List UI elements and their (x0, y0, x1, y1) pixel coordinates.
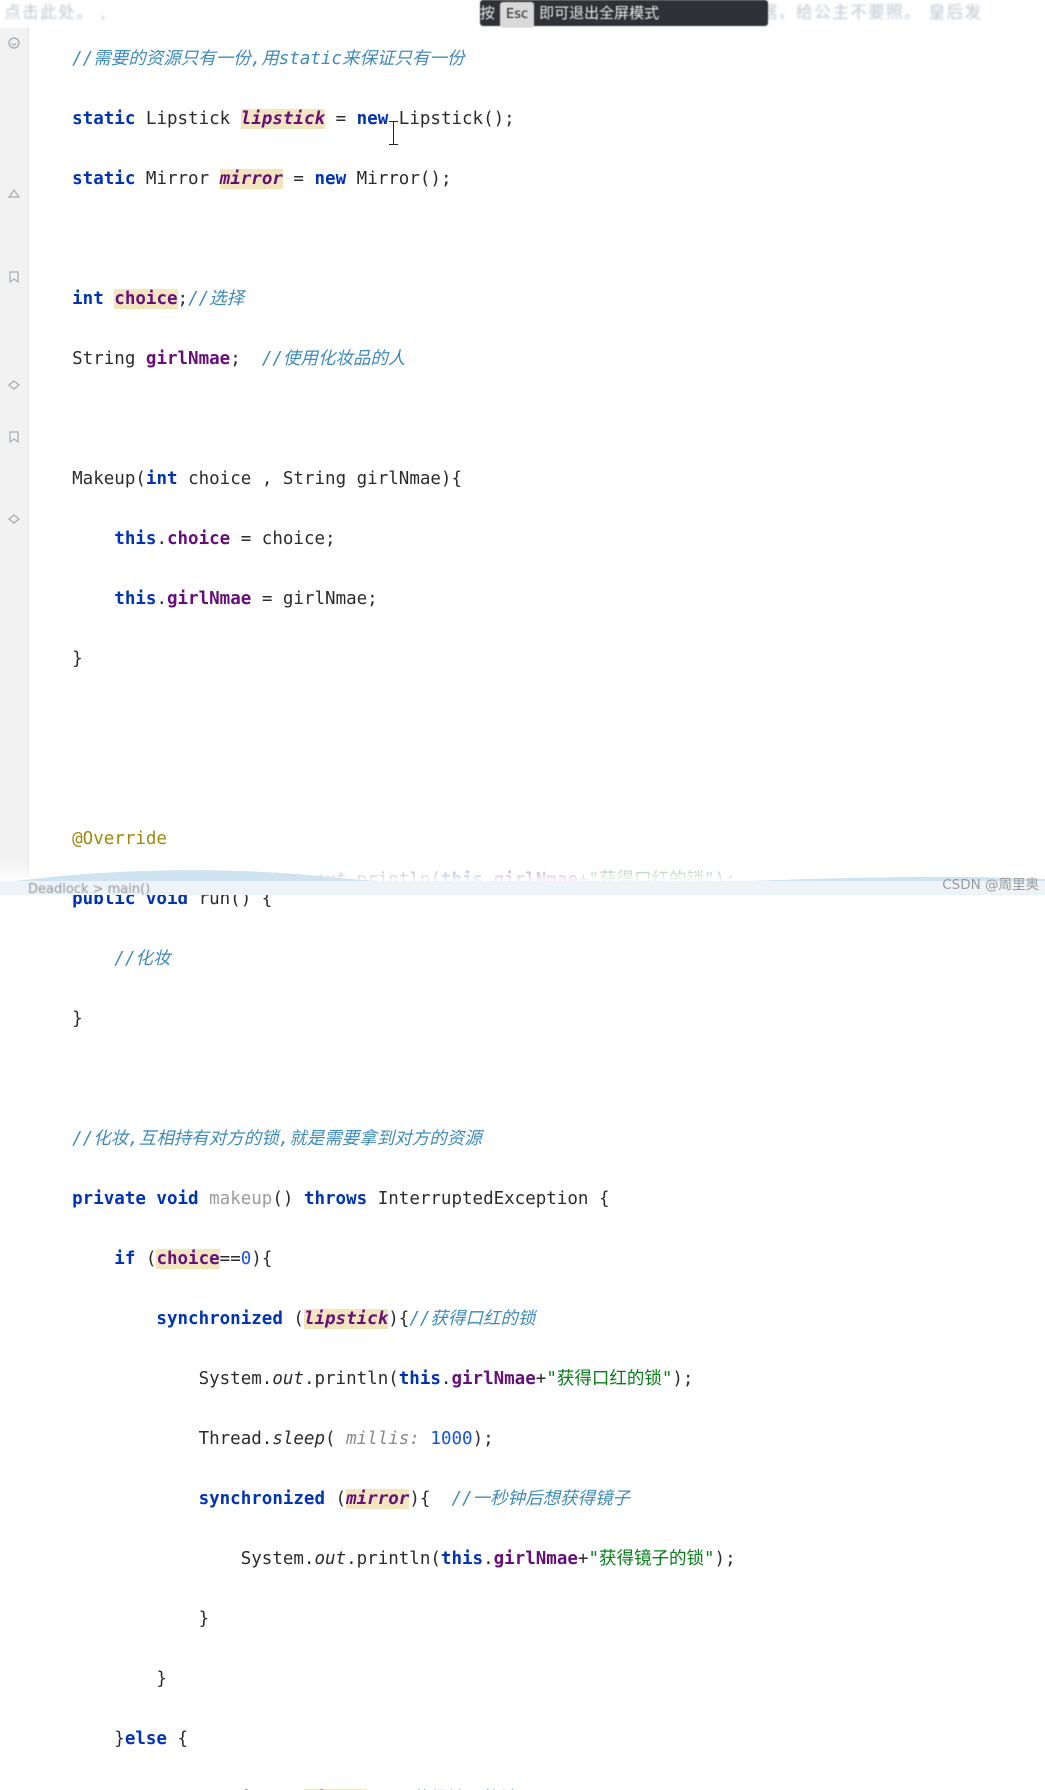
bookmark-marker-icon[interactable] (7, 270, 21, 284)
method-marker-icon[interactable] (7, 378, 21, 392)
code-line: synchronized (mirror){//获得镜子的锁 (30, 1784, 1045, 1790)
code-line: String girlNmae; //使用化妆品的人 (30, 349, 406, 369)
method-marker-icon[interactable] (7, 430, 21, 444)
code-line: //需要的资源只有一份,用static来保证只有一份 (30, 49, 465, 69)
code-line: if (choice==0){ (30, 1249, 273, 1269)
code-line: }else { (30, 1729, 189, 1749)
code-line: this.choice = choice; (30, 529, 336, 549)
code-line: } (30, 1609, 210, 1629)
editor-gutter[interactable] (0, 28, 29, 883)
code-line: //化妆 (30, 949, 171, 969)
code-line: } (30, 1669, 167, 1689)
code-line: Thread.sleep( millis: 1000); (30, 1429, 494, 1449)
code-line: private void makeup() throws Interrupted… (30, 1189, 610, 1209)
code-line: } (30, 649, 83, 669)
code-line: synchronized (lipstick){//获得口红的锁 (30, 1309, 536, 1329)
code-line: static Lipstick lipstick = new Lipstick(… (30, 109, 515, 129)
code-editor-content[interactable]: //需要的资源只有一份,用static来保证只有一份 static Lipsti… (30, 14, 1045, 1790)
method-marker-icon[interactable] (7, 512, 21, 526)
code-line: Makeup(int choice , String girlNmae){ (30, 469, 462, 489)
code-line: int choice;//选择 (30, 289, 245, 309)
code-line: //化妆,互相持有对方的锁,就是需要拿到对方的资源 (30, 1129, 482, 1149)
code-line: synchronized (mirror){ //一秒钟后想获得镜子 (30, 1489, 631, 1509)
code-line: System.out.println(this.girlNmae+"获得口红的锁… (30, 1369, 694, 1389)
code-line: static Mirror mirror = new Mirror(); (30, 169, 452, 189)
code-line: @Override (30, 829, 167, 849)
code-line: } (30, 1009, 83, 1029)
class-marker-icon[interactable] (7, 36, 21, 50)
code-line: this.girlNmae = girlNmae; (30, 589, 378, 609)
text-caret (389, 121, 398, 145)
code-line: System.out.println(this.girlNmae+"获得镜子的锁… (30, 1549, 736, 1569)
override-marker-icon[interactable] (7, 188, 21, 202)
watermark: CSDN @周里奥 (942, 877, 1039, 893)
editor-window: 点击此处。 , 据，给公主不要照。 皇后发 按 Esc 即可退出全屏模式 //需… (0, 0, 1045, 1790)
status-bar (0, 881, 1045, 895)
